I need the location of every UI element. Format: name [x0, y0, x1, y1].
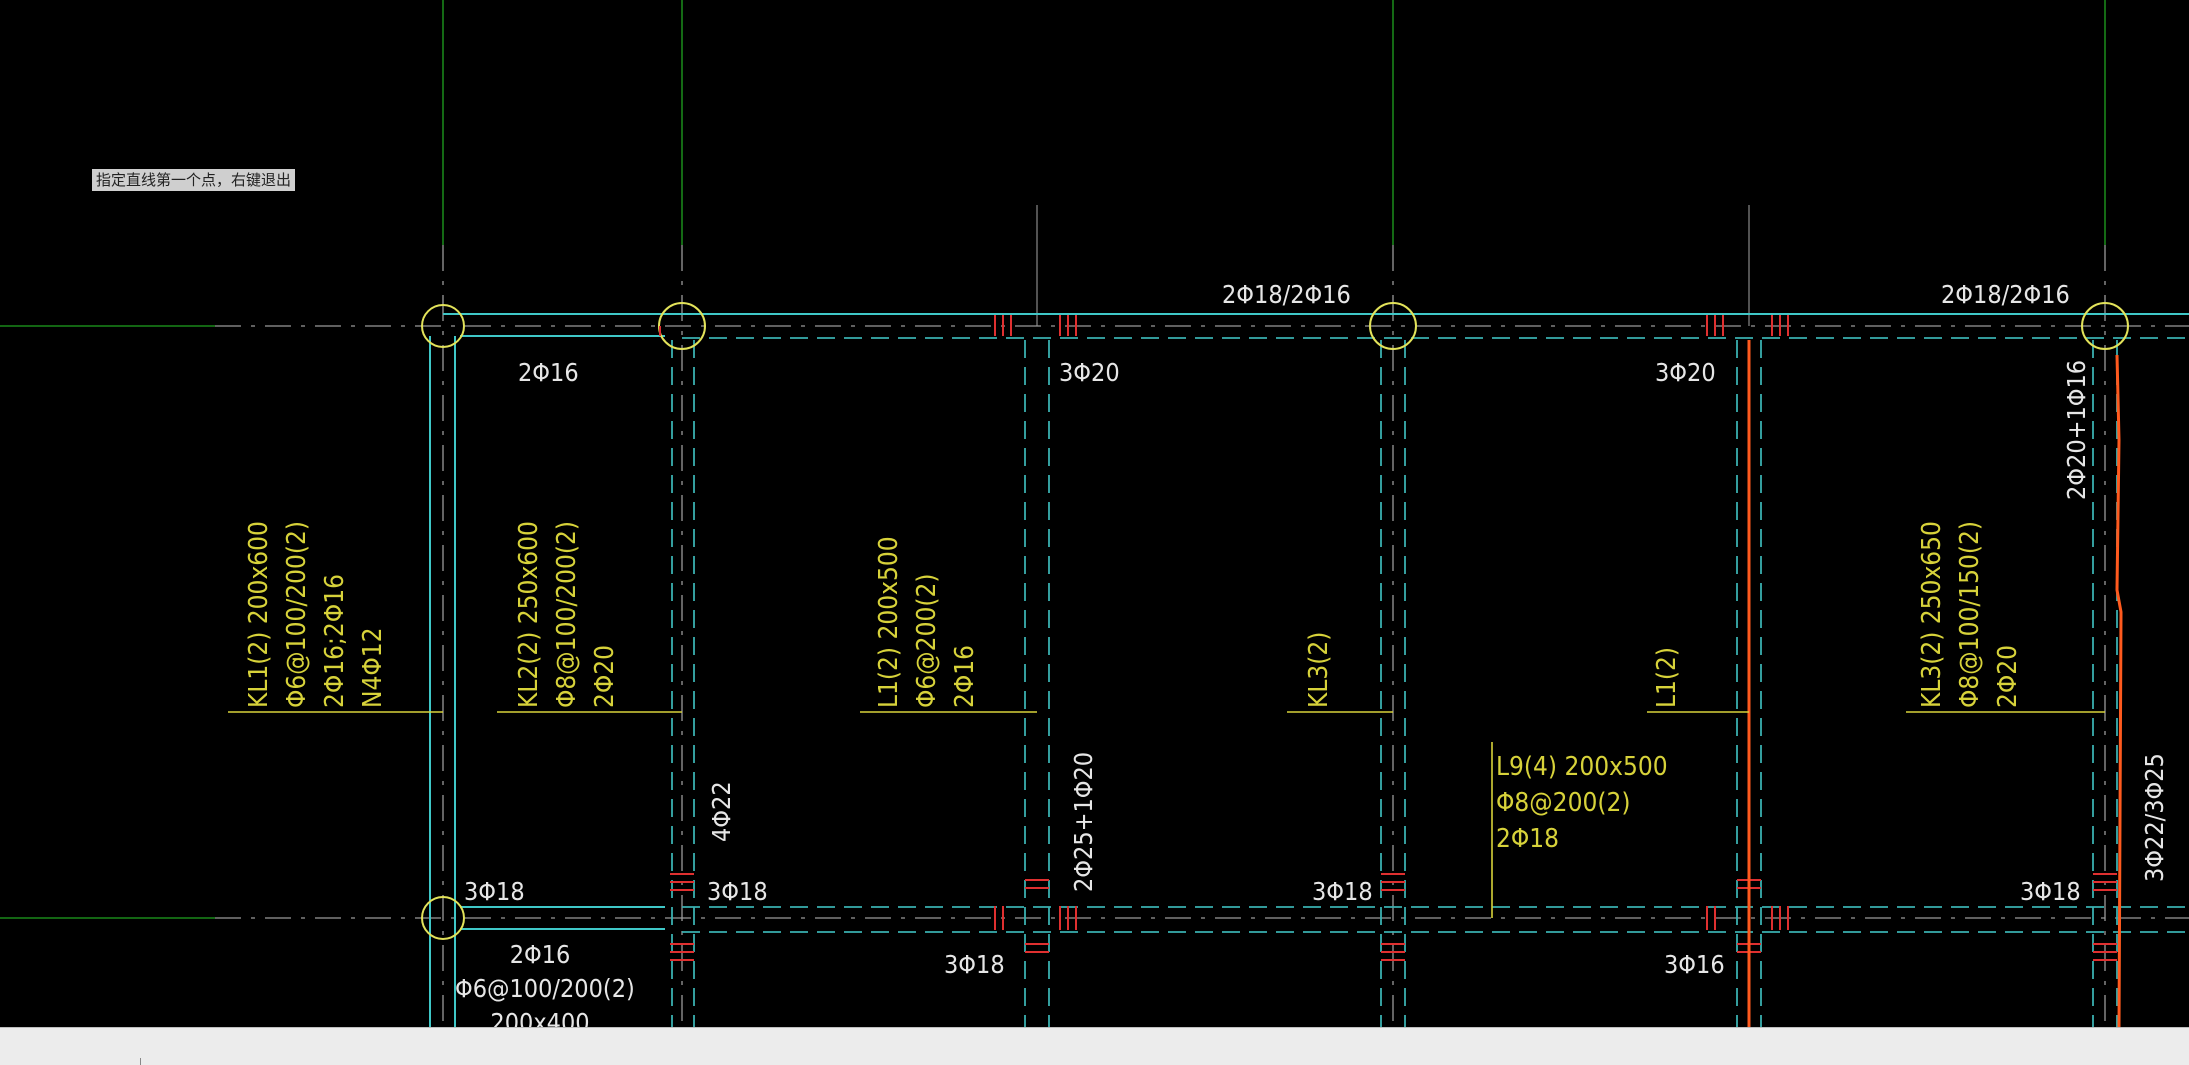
- rebar-label-vertical: 2Φ20+1Φ16: [2062, 359, 2091, 500]
- rebar-label: 2Φ18/2Φ16: [1222, 280, 1351, 309]
- column-markers: [421, 302, 2129, 940]
- l1-left-line-2: Φ6@200(2): [912, 573, 942, 708]
- rebar-label: 3Φ18: [2020, 877, 2081, 906]
- kl3-right-line-3: 2Φ20: [1993, 644, 2023, 708]
- l9-line-1: L9(4) 200x500: [1496, 752, 1668, 782]
- kl1-line-2: Φ6@100/200(2): [282, 521, 312, 708]
- rebar-label: 3Φ18: [464, 877, 525, 906]
- rebar-label: 2Φ16: [518, 358, 579, 387]
- command-prompt-tooltip: 指定直线第一个点，右键退出: [92, 169, 296, 191]
- l1-right-line-1: L1(2): [1652, 646, 1682, 708]
- kl2-line-1: KL2(2) 250x600: [514, 521, 544, 708]
- beam-annotation-l9: L9(4) 200x500 Φ8@200(2) 2Φ18: [1496, 749, 1668, 857]
- kl3-right-line-1: KL3(2) 250x650: [1917, 521, 1947, 708]
- kl3-mid-line-1: KL3(2): [1304, 631, 1334, 708]
- kl2-line-3: 2Φ20: [590, 644, 620, 708]
- kl3-right-line-2: Φ8@100/150(2): [1955, 521, 1985, 708]
- rebar-label: 3Φ20: [1059, 358, 1120, 387]
- rebar-label-vertical: 3Φ22/3Φ25: [2140, 753, 2169, 882]
- rebar-label: 3Φ16: [1664, 950, 1725, 979]
- bottom-left-line-2: Φ6@100/200(2): [455, 974, 635, 1003]
- rebar-label: 3Φ18: [944, 950, 1005, 979]
- bottom-left-annotation: 2Φ16 Φ6@100/200(2) 200x400: [455, 938, 635, 1040]
- rebar-label: 2Φ18/2Φ16: [1941, 280, 2070, 309]
- rebar-label: 3Φ18: [707, 877, 768, 906]
- rebar-label: 3Φ20: [1655, 358, 1716, 387]
- rebar-label-vertical: 4Φ22: [707, 781, 736, 842]
- status-bar: [0, 1027, 2189, 1065]
- rebar-label-vertical: 2Φ25+1Φ20: [1069, 751, 1098, 892]
- bottom-left-line-1: 2Φ16: [509, 940, 571, 969]
- axis-lines: [0, 0, 2106, 919]
- kl1-line-1: KL1(2) 200x600: [244, 521, 274, 708]
- l9-line-2: Φ8@200(2): [1496, 788, 1631, 818]
- l1-left-line-3: 2Φ16: [950, 644, 980, 708]
- kl1-line-3: 2Φ16;2Φ16: [320, 574, 350, 708]
- kl2-line-2: Φ8@100/200(2): [552, 521, 582, 708]
- l1-left-line-1: L1(2) 200x500: [874, 536, 904, 708]
- l9-line-3: 2Φ18: [1496, 824, 1560, 854]
- rebar-label: 3Φ18: [1312, 877, 1373, 906]
- cad-drawing-canvas[interactable]: KL1(2) 200x600 Φ6@100/200(2) 2Φ16;2Φ16 N…: [0, 0, 2189, 1037]
- kl1-line-4: N4Φ12: [358, 627, 388, 708]
